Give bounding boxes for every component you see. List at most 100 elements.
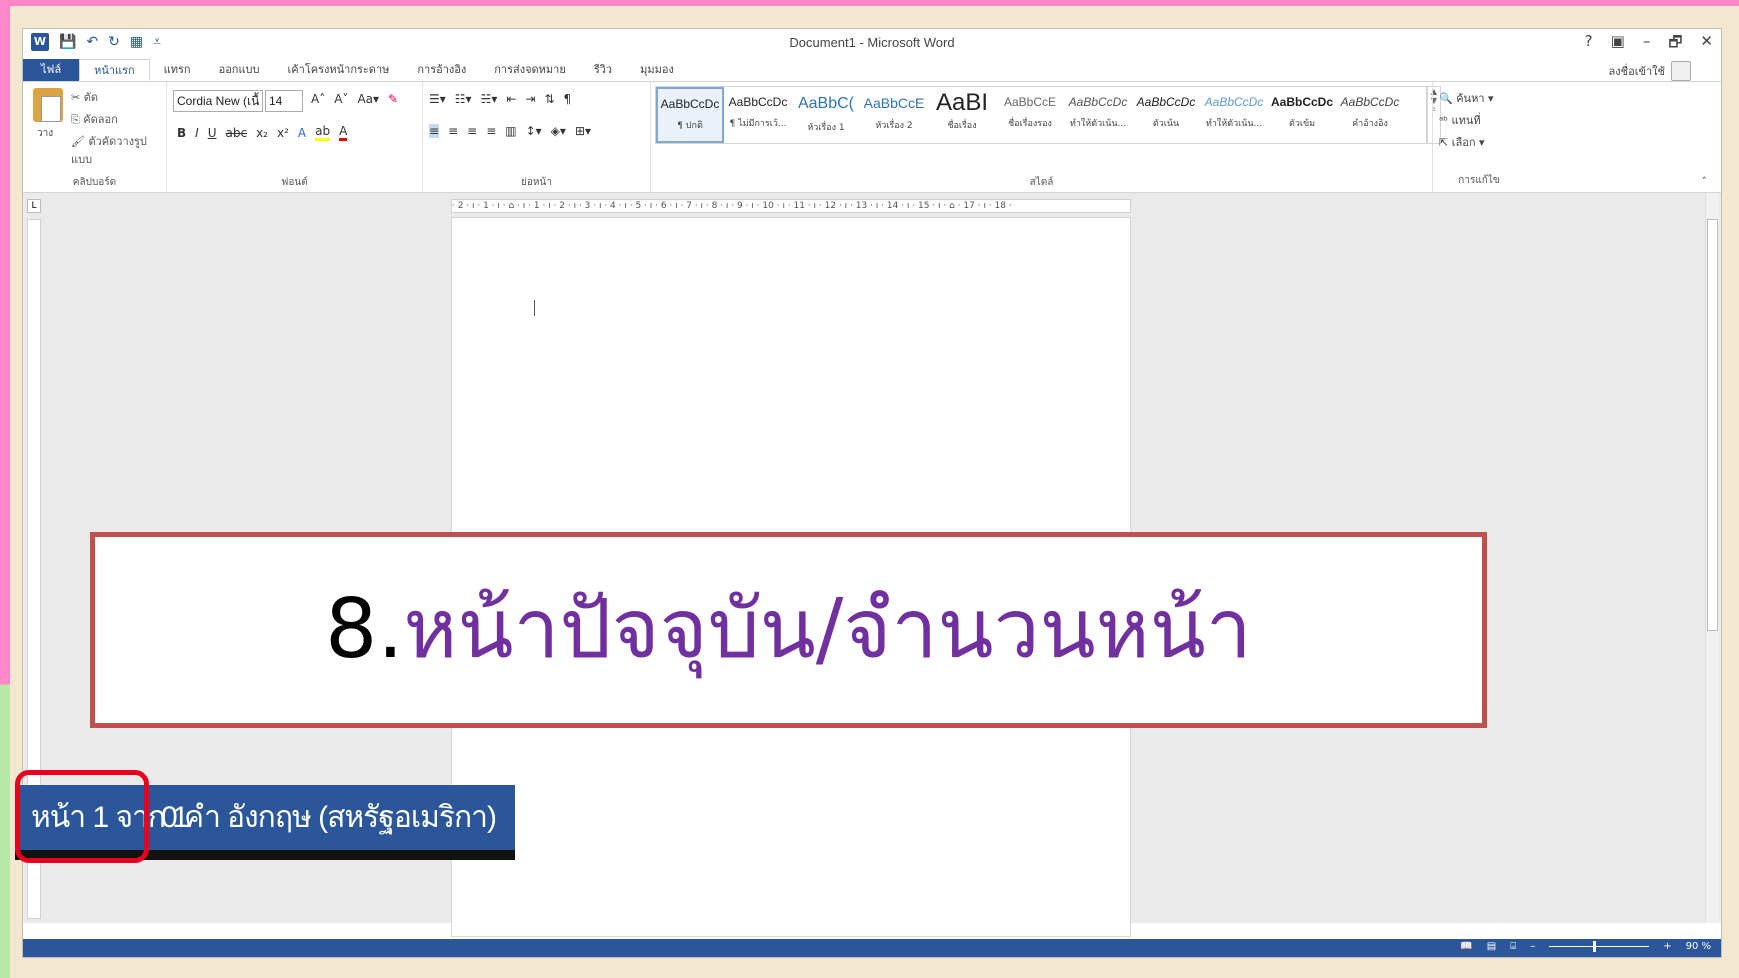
align-tools: ≡ ≡ ≡ ≡ ▥ ↕▾ ◈▾ ⊞▾ bbox=[429, 124, 591, 138]
shading-icon[interactable]: ◈▾ bbox=[551, 124, 566, 138]
paragraph-group: ☰▾ ☷▾ ☵▾ ⇤ ⇥ ⇅ ¶ ≡ ≡ ≡ ≡ ▥ ↕▾ ◈▾ ⊞▾ ย่อห… bbox=[423, 82, 651, 194]
justify-icon[interactable]: ≡ bbox=[486, 124, 496, 138]
numbering-icon[interactable]: ☷▾ bbox=[455, 92, 472, 106]
caption-text: หน้าปัจจุบัน/จำนวนหน้า bbox=[403, 582, 1252, 677]
tab-layout[interactable]: เค้าโครงหน้ากระดาษ bbox=[274, 59, 404, 81]
text-effects-icon[interactable]: A bbox=[298, 126, 306, 140]
tab-view[interactable]: มุมมอง bbox=[626, 59, 688, 81]
ribbon: วาง ✂ ตัด ⎘ คัดลอก 🖌 ตัวคัดวางรูปแบบ คลิ… bbox=[23, 81, 1721, 194]
copy-button[interactable]: ⎘ คัดลอก bbox=[71, 110, 118, 128]
find-label: ค้นหา bbox=[1456, 92, 1485, 105]
horizontal-ruler[interactable]: · 2 · ı · 1 · ı · ⌂ · ı · 1 · ı · 2 · ı … bbox=[451, 199, 1131, 213]
bullets-icon[interactable]: ☰▾ bbox=[429, 92, 446, 106]
minimize-button[interactable]: – bbox=[1643, 32, 1651, 57]
clear-formatting-icon[interactable]: ✎ bbox=[388, 92, 398, 106]
sign-in[interactable]: ลงชื่อเข้าใช้ bbox=[1609, 61, 1691, 81]
highlight-icon[interactable]: ab bbox=[315, 124, 331, 141]
italic-icon[interactable]: I bbox=[195, 126, 199, 140]
text-cursor bbox=[534, 300, 535, 316]
tab-home[interactable]: หน้าแรก bbox=[79, 59, 150, 81]
tab-insert[interactable]: แทรก bbox=[150, 59, 205, 81]
language-status[interactable]: อังกฤษ (สหรัฐอเมริกา) bbox=[227, 785, 497, 850]
close-button[interactable]: ✕ bbox=[1700, 32, 1713, 57]
zoom-level[interactable]: 90 % bbox=[1686, 941, 1711, 952]
tab-review[interactable]: รีวิว bbox=[580, 59, 626, 81]
font-size-tools: A˄ A˅ Aa▾ ✎ bbox=[311, 92, 398, 106]
avatar[interactable] bbox=[1671, 61, 1691, 81]
vertical-scrollbar[interactable] bbox=[1705, 193, 1719, 923]
scrollbar-thumb[interactable] bbox=[1707, 219, 1718, 631]
sign-in-label[interactable]: ลงชื่อเข้าใช้ bbox=[1609, 62, 1665, 80]
line-spacing-icon[interactable]: ↕▾ bbox=[526, 124, 542, 138]
cut-label: ตัด bbox=[83, 91, 99, 104]
read-mode-icon[interactable]: 📖 bbox=[1460, 941, 1472, 952]
caption-number: 8. bbox=[325, 582, 404, 677]
decrease-indent-icon[interactable]: ⇤ bbox=[506, 92, 516, 106]
title-bar: W 💾 ↶ ↻ ▦ ⩡ Document1 - Microsoft Word ?… bbox=[23, 29, 1721, 57]
help-button[interactable]: ? bbox=[1585, 32, 1593, 57]
ribbon-tabs: ไฟล์ หน้าแรก แทรก ออกแบบ เค้าโครงหน้ากระ… bbox=[23, 57, 1721, 81]
print-layout-icon[interactable]: ▤ bbox=[1487, 941, 1496, 952]
word-count-status[interactable]: 0 คำ bbox=[161, 785, 221, 850]
list-tools: ☰▾ ☷▾ ☵▾ ⇤ ⇥ ⇅ ¶ bbox=[429, 92, 571, 106]
editing-group: 🔍 ค้นหา ▾ ᵃᵇ แทนที่ ⇱ เลือก ▾ bbox=[1439, 88, 1494, 154]
zoom-out-button[interactable]: – bbox=[1530, 941, 1535, 952]
shrink-font-icon[interactable]: A˅ bbox=[334, 92, 348, 106]
tab-design[interactable]: ออกแบบ bbox=[205, 59, 274, 81]
show-marks-icon[interactable]: ¶ bbox=[564, 92, 572, 106]
editing-group-label: การแก้ไข bbox=[1458, 175, 1500, 186]
strikethrough-icon[interactable]: abc bbox=[226, 126, 248, 140]
superscript-icon[interactable]: x² bbox=[277, 126, 289, 140]
styles-group: สไตล์ bbox=[651, 82, 1433, 194]
bold-icon[interactable]: B bbox=[177, 126, 186, 140]
paragraph-group-label: ย่อหน้า bbox=[521, 177, 552, 188]
zoom-slider[interactable] bbox=[1549, 941, 1650, 952]
tab-mailings[interactable]: การส่งจดหมาย bbox=[480, 59, 580, 81]
format-painter-button[interactable]: 🖌 ตัวคัดวางรูปแบบ bbox=[71, 132, 166, 168]
slide-left-border bbox=[0, 0, 10, 978]
restore-button[interactable]: 🗗 bbox=[1668, 32, 1682, 57]
highlight-frame bbox=[15, 770, 149, 863]
window-controls: ? ▣ – 🗗 ✕ bbox=[1585, 32, 1713, 57]
align-left-icon[interactable]: ≡ bbox=[429, 124, 440, 138]
web-layout-icon[interactable]: ⌸ bbox=[1510, 941, 1516, 952]
clipboard-group: วาง ✂ ตัด ⎘ คัดลอก 🖌 ตัวคัดวางรูปแบบ คลิ… bbox=[23, 82, 167, 194]
increase-indent-icon[interactable]: ⇥ bbox=[525, 92, 535, 106]
collapse-ribbon-icon[interactable]: ˄ bbox=[1702, 175, 1708, 188]
status-bar: 📖 ▤ ⌸ – + 90 % bbox=[23, 939, 1721, 957]
cut-button[interactable]: ✂ ตัด bbox=[71, 88, 98, 106]
grow-font-icon[interactable]: A˄ bbox=[311, 92, 325, 106]
copy-label: คัดลอก bbox=[83, 113, 118, 126]
columns-icon[interactable]: ▥ bbox=[505, 124, 516, 138]
clipboard-group-label: คลิปบอร์ด bbox=[72, 177, 117, 188]
replace-label: แทนที่ bbox=[1451, 114, 1481, 127]
sort-icon[interactable]: ⇅ bbox=[544, 92, 554, 106]
font-color-icon[interactable]: A bbox=[339, 124, 348, 141]
font-size-select[interactable]: 14 bbox=[265, 90, 303, 112]
multilevel-list-icon[interactable]: ☵▾ bbox=[481, 92, 498, 106]
subscript-icon[interactable]: x₂ bbox=[256, 126, 268, 140]
view-and-zoom-controls: 📖 ▤ ⌸ – + 90 % bbox=[1460, 941, 1711, 952]
align-center-icon[interactable]: ≡ bbox=[448, 124, 458, 138]
borders-icon[interactable]: ⊞▾ bbox=[575, 124, 591, 138]
font-group: Cordia New (เนื้ 14 A˄ A˅ Aa▾ ✎ B I U ab… bbox=[167, 82, 423, 194]
underline-icon[interactable]: U bbox=[208, 126, 217, 140]
zoom-slider-thumb[interactable] bbox=[1593, 941, 1597, 952]
tab-selector[interactable]: L bbox=[27, 199, 41, 213]
change-case-icon[interactable]: Aa▾ bbox=[357, 92, 379, 106]
tab-file[interactable]: ไฟล์ bbox=[23, 59, 80, 81]
paste-icon[interactable] bbox=[33, 88, 63, 122]
paste-button[interactable]: วาง bbox=[37, 126, 53, 141]
zoom-in-button[interactable]: + bbox=[1663, 941, 1671, 952]
align-right-icon[interactable]: ≡ bbox=[467, 124, 477, 138]
styles-group-label: สไตล์ bbox=[1029, 177, 1054, 188]
tab-references[interactable]: การอ้างอิง bbox=[403, 59, 480, 81]
font-group-label: ฟอนต์ bbox=[281, 177, 308, 188]
ribbon-display-button[interactable]: ▣ bbox=[1611, 32, 1625, 57]
window-title: Document1 - Microsoft Word bbox=[789, 35, 955, 50]
format-painter-label: ตัวคัดวางรูปแบบ bbox=[71, 135, 147, 166]
replace-button[interactable]: ᵃᵇ แทนที่ bbox=[1439, 110, 1494, 132]
select-button[interactable]: ⇱ เลือก ▾ bbox=[1439, 132, 1494, 154]
font-name-select[interactable]: Cordia New (เนื้ bbox=[173, 90, 263, 112]
find-button[interactable]: 🔍 ค้นหา ▾ bbox=[1439, 88, 1494, 110]
